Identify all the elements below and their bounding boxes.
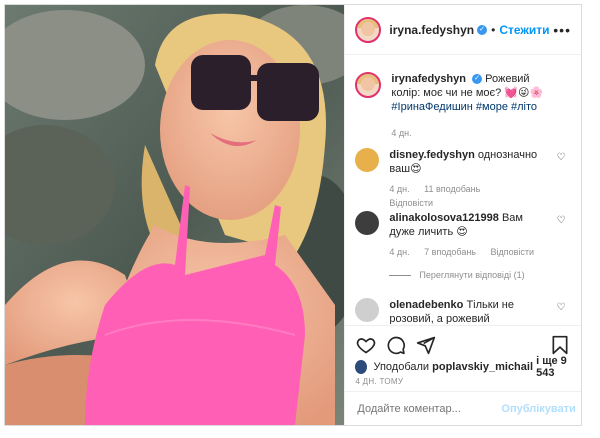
verified-icon: ✓ <box>477 24 488 35</box>
more-icon[interactable]: ••• <box>553 22 571 38</box>
comment-meta: 4 дн. 7 вподобань Відповісти <box>389 245 549 259</box>
liked-by-prefix: Уподобали <box>373 361 430 373</box>
caption-row: irynafedyshyn ✓ Рожевий колір: моє чи не… <box>345 72 581 140</box>
replies-divider <box>389 274 412 276</box>
author-avatar[interactable] <box>355 16 382 43</box>
heart-icon[interactable]: ♡ <box>556 152 565 163</box>
selfie-photo-illustration <box>5 5 345 425</box>
heart-icon[interactable] <box>355 334 377 356</box>
reply-button[interactable]: Відповісти <box>491 247 535 257</box>
comment-meta: 4 дн. 11 вподобань Відповісти <box>389 182 549 210</box>
view-replies-button[interactable]: Переглянути відповіді (1) <box>389 270 525 280</box>
post-photo[interactable] <box>5 5 345 425</box>
likes-summary: Уподобали poplavskiy_michail і ще 9 543 <box>355 355 581 379</box>
instagram-post: iryna.fedyshyn ✓ • Стежити ••• irynafedy… <box>4 4 582 426</box>
post-header: iryna.fedyshyn ✓ • Стежити ••• <box>345 5 581 55</box>
add-comment-bar: Опублікувати <box>345 391 582 425</box>
heart-icon[interactable]: ♡ <box>556 215 565 226</box>
view-replies-label: Переглянути відповіді (1) <box>419 270 525 280</box>
comment-username[interactable]: alinakolosova121998 <box>389 212 498 224</box>
caption-username[interactable]: irynafedyshyn <box>391 73 466 85</box>
heart-icon[interactable]: ♡ <box>556 302 565 313</box>
comment-time[interactable]: 4 дн. <box>389 184 409 194</box>
comment-avatar[interactable] <box>355 211 380 235</box>
comment-time[interactable]: 4 дн. <box>389 247 409 257</box>
verified-icon: ✓ <box>472 74 483 85</box>
bookmark-icon[interactable] <box>549 334 571 356</box>
comment-likes[interactable]: 11 вподобань <box>424 184 480 194</box>
comment-username[interactable]: olenadebenko <box>389 299 463 311</box>
post-details-panel: iryna.fedyshyn ✓ • Стежити ••• irynafedy… <box>344 5 582 425</box>
caption-time[interactable]: 4 дн. <box>391 128 411 138</box>
comment-input[interactable] <box>355 401 502 416</box>
publish-button[interactable]: Опублікувати <box>501 403 575 415</box>
caption-avatar[interactable] <box>355 72 382 98</box>
liker-avatar[interactable] <box>355 360 368 374</box>
comment-likes[interactable]: 7 вподобань <box>424 247 476 257</box>
comment-text: olenadebenko Тільки не розовий, а рожеви… <box>389 298 549 324</box>
caption-text: irynafedyshyn ✓ Рожевий колір: моє чи не… <box>391 72 551 140</box>
liked-by-count[interactable]: і ще 9 543 <box>536 355 581 379</box>
comment-avatar[interactable] <box>355 148 380 172</box>
posted-time[interactable]: 4 ДН. ТОМУ <box>355 377 403 386</box>
comment-avatar[interactable] <box>355 298 380 322</box>
comment-text: disney.fedyshyn однозначно ваш😍 4 дн. 11… <box>389 148 549 210</box>
follow-button[interactable]: Стежити <box>499 23 549 37</box>
list-item: olenadebenko Тільки не розовий, а рожеви… <box>345 298 581 324</box>
comment-icon[interactable] <box>385 334 407 356</box>
list-item: disney.fedyshyn однозначно ваш😍 4 дн. 11… <box>345 148 581 210</box>
author-username[interactable]: iryna.fedyshyn <box>389 23 474 37</box>
caption-hashtags[interactable]: #ІринаФедишин #море #літо <box>391 101 537 113</box>
separator-dot: • <box>491 22 496 37</box>
caption-meta: 4 дн. <box>391 126 551 140</box>
comment-username[interactable]: disney.fedyshyn <box>389 149 474 161</box>
list-item: alinakolosova121998 Вам дуже личить 😍 4 … <box>345 211 581 259</box>
comments-list[interactable]: irynafedyshyn ✓ Рожевий колір: моє чи не… <box>345 56 581 324</box>
liked-by-user[interactable]: poplavskiy_michail <box>432 361 533 373</box>
share-icon[interactable] <box>415 334 437 356</box>
reply-button[interactable]: Відповісти <box>389 198 433 208</box>
comment-text: alinakolosova121998 Вам дуже личить 😍 4 … <box>389 211 549 259</box>
